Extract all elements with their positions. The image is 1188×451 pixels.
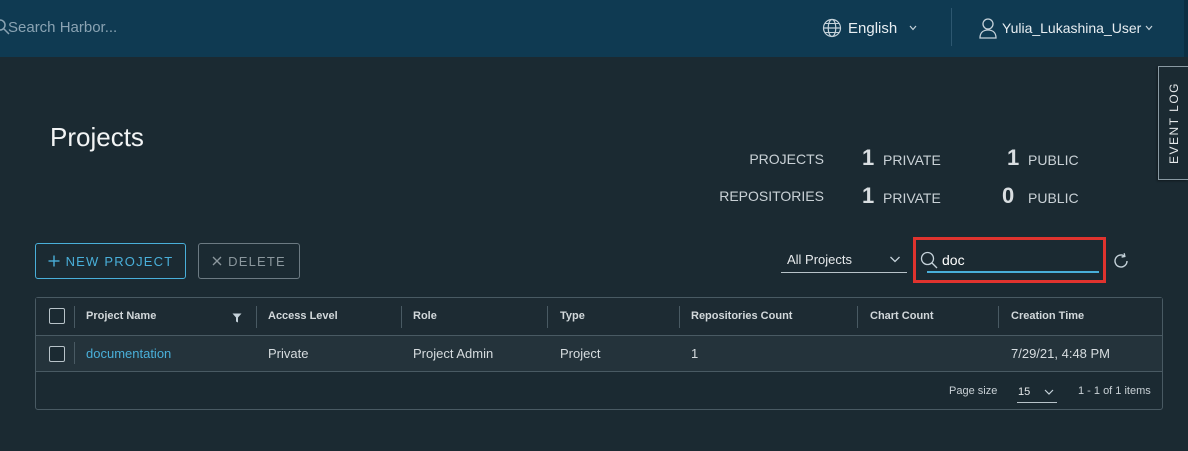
column-header-access-level[interactable]: Access Level (268, 310, 338, 322)
column-separator (74, 342, 75, 364)
user-name: Yulia_Lukashina_User (1002, 20, 1142, 36)
table-row[interactable]: documentation Private Project Admin Proj… (36, 336, 1162, 372)
plus-icon (48, 255, 60, 267)
select-all-checkbox[interactable] (49, 308, 65, 324)
new-project-button[interactable]: NEW PROJECT (35, 243, 186, 279)
column-separator (74, 306, 75, 328)
chevron-down-icon (1145, 25, 1153, 31)
projects-table: Project Name Access Level Role Type Repo… (35, 297, 1163, 410)
delete-button[interactable]: DELETE (198, 243, 300, 279)
table-header: Project Name Access Level Role Type Repo… (36, 298, 1162, 336)
chevron-down-icon (890, 256, 900, 263)
global-search-input[interactable]: Search Harbor... (8, 19, 117, 36)
project-filter-value: All Projects (787, 252, 853, 267)
event-log-tab[interactable]: EVENT LOG (1158, 66, 1188, 180)
pagination-summary: 1 - 1 of 1 items (1078, 385, 1151, 397)
globe-icon (822, 18, 842, 38)
column-header-project-name[interactable]: Project Name (86, 310, 156, 322)
repositories-public-label: PUBLIC (1028, 190, 1079, 206)
new-project-label: NEW PROJECT (65, 253, 174, 269)
page-size-select[interactable]: 15 (1017, 383, 1057, 403)
language-selector[interactable]: English (822, 17, 917, 39)
column-header-chart-count[interactable]: Chart Count (870, 310, 934, 322)
project-search-input[interactable] (927, 249, 1099, 273)
project-filter-select[interactable]: All Projects (781, 247, 907, 273)
close-icon (212, 256, 222, 266)
projects-public-count: 1 (1007, 145, 1020, 170)
row-checkbox[interactable] (49, 346, 65, 362)
column-separator (998, 306, 999, 328)
column-separator (547, 306, 548, 328)
projects-private-count: 1 (862, 145, 875, 170)
role-cell: Project Admin (413, 346, 494, 361)
column-header-role[interactable]: Role (413, 310, 437, 322)
column-header-creation-time[interactable]: Creation Time (1011, 310, 1084, 322)
language-label: English (848, 19, 898, 37)
delete-label: DELETE (228, 253, 286, 269)
access-level-cell: Private (268, 346, 309, 361)
project-name-link[interactable]: documentation (86, 346, 171, 361)
repositories-private-count: 1 (862, 183, 875, 208)
projects-private-label: PRIVATE (883, 152, 941, 168)
repositories-stat-label: REPOSITORIES (719, 188, 824, 204)
chevron-down-icon (909, 25, 917, 31)
header-edge (1184, 0, 1188, 57)
column-separator (256, 306, 257, 328)
projects-stat-label: PROJECTS (749, 151, 824, 167)
column-separator (857, 306, 858, 328)
header-divider (951, 8, 952, 46)
column-separator (679, 306, 680, 328)
user-menu[interactable]: Yulia_Lukashina_User (978, 17, 1153, 39)
user-icon (979, 18, 997, 39)
top-header: Search Harbor... English Yulia_Lukashina… (0, 0, 1188, 57)
type-cell: Project (560, 346, 601, 361)
filter-icon[interactable] (232, 313, 242, 323)
refresh-icon[interactable] (1112, 252, 1130, 270)
page-title: Projects (50, 122, 144, 152)
chevron-down-icon (1044, 389, 1054, 395)
repositories-private-label: PRIVATE (883, 190, 941, 206)
column-header-repositories-count[interactable]: Repositories Count (691, 310, 792, 322)
column-header-type[interactable]: Type (560, 310, 585, 322)
repositories-public-count: 0 (1002, 183, 1015, 208)
event-log-label: EVENT LOG (1166, 82, 1181, 164)
page-size-label: Page size (949, 385, 998, 397)
page-size-value: 15 (1018, 386, 1031, 398)
creation-time-cell: 7/29/21, 4:48 PM (1011, 346, 1111, 361)
projects-public-label: PUBLIC (1028, 152, 1079, 168)
repositories-count-cell: 1 (691, 346, 699, 361)
column-separator (401, 306, 402, 328)
